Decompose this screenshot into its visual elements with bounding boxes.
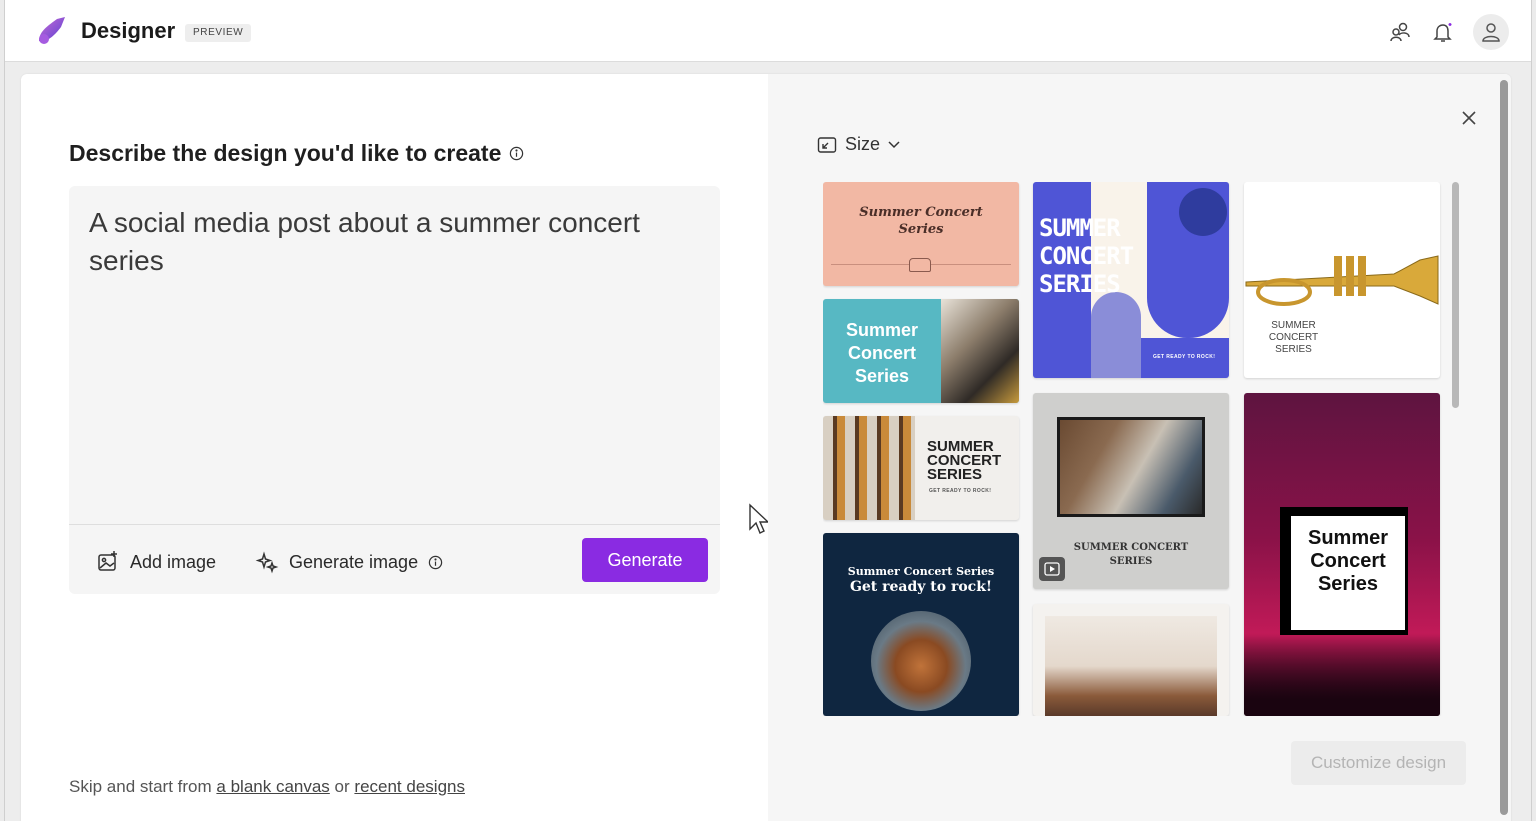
design-card[interactable]: SUMMER CONCERT SERIES [1033, 393, 1229, 589]
add-image-label: Add image [130, 551, 217, 572]
design-card[interactable]: Summer Concert Series [1244, 393, 1440, 716]
page-scrollbar[interactable] [1500, 80, 1508, 815]
close-button[interactable] [1457, 106, 1481, 130]
info-icon[interactable] [428, 555, 443, 570]
designer-logo-icon[interactable] [35, 15, 71, 47]
stage-silhouette [1244, 633, 1440, 716]
generate-image-button[interactable]: Generate image [255, 546, 443, 578]
user-avatar-icon [1482, 23, 1500, 42]
design-card[interactable]: SUMMER CONCERT SERIES GET READY TO ROCK! [823, 416, 1019, 520]
sparkle-icon [255, 551, 279, 574]
share-button[interactable] [1382, 14, 1418, 50]
add-image-button[interactable]: Add image [96, 546, 216, 578]
info-icon[interactable] [509, 146, 524, 161]
generate-button[interactable]: Generate [582, 538, 708, 582]
design-title: Summer Concert Series [845, 320, 919, 386]
pillar-shape [1091, 292, 1141, 378]
blank-canvas-link[interactable]: a blank canvas [216, 777, 329, 796]
preview-badge: PREVIEW [185, 24, 252, 42]
or-text: or [334, 777, 350, 796]
circle-shape [1179, 188, 1227, 236]
prompt-heading: Describe the design you'd like to create [69, 140, 524, 167]
design-title: SUMMER CONCERT SERIES [1268, 320, 1319, 355]
design-card[interactable] [1033, 604, 1229, 716]
top-bar: Designer PREVIEW [5, 0, 1531, 62]
prompt-input-box: A social media post about a summer conce… [69, 186, 720, 594]
share-people-icon [1390, 22, 1410, 42]
design-title: SUMMER CONCERT SERIES [1039, 214, 1134, 298]
design-subtitle: Get ready to rock! [849, 579, 993, 595]
design-card[interactable]: Summer Concert Series Get ready to rock! [823, 533, 1019, 716]
design-card[interactable]: Summer Concert Series [823, 299, 1019, 403]
chevron-down-icon [888, 140, 900, 148]
bell-sparkle-icon [1433, 23, 1452, 42]
size-label: Size [845, 134, 881, 154]
trumpet-photo [1244, 252, 1440, 310]
design-tagline: GET READY TO ROCK! [929, 488, 992, 494]
guitars-photo [823, 416, 915, 520]
gallery-scrollbar[interactable] [1452, 182, 1459, 408]
prompt-heading-text: Describe the design you'd like to create [69, 140, 502, 166]
brand-name: Designer [81, 18, 176, 43]
violin-photo [871, 611, 971, 711]
generate-image-label: Generate image [289, 551, 419, 572]
skip-line: Skip and start from a blank canvas or re… [69, 777, 465, 797]
design-tagline: GET READY TO ROCK! [1153, 354, 1216, 360]
design-gallery: Summer Concert Series Summer Concert Ser… [823, 182, 1443, 716]
design-title: SUMMER CONCERT SERIES [927, 438, 1002, 483]
prompt-divider [69, 524, 720, 525]
resize-icon [817, 136, 837, 153]
guitarist-photo [1057, 417, 1205, 517]
design-card[interactable]: SUMMER CONCERT SERIES GET READY TO ROCK! [1033, 182, 1229, 378]
design-title: Summer Concert Series [859, 205, 983, 237]
design-card[interactable]: Summer Concert Series [823, 182, 1019, 286]
size-dropdown[interactable]: Size [817, 134, 900, 155]
design-title: Summer Concert Series [1307, 527, 1389, 595]
recent-designs-link[interactable]: recent designs [354, 777, 465, 796]
close-icon [1462, 111, 1476, 125]
students-photo [1045, 616, 1217, 716]
image-add-icon [98, 551, 117, 571]
instruments-photo [941, 299, 1019, 403]
design-title: Summer Concert Series [847, 565, 995, 578]
design-card[interactable]: SUMMER CONCERT SERIES [1244, 182, 1440, 378]
prompt-textarea[interactable]: A social media post about a summer conce… [89, 204, 699, 280]
video-badge-icon [1039, 557, 1065, 581]
design-results-pane: Size Summer Concert Series Summer Concer… [768, 74, 1511, 821]
profile-button[interactable] [1473, 14, 1509, 50]
whats-new-button[interactable] [1425, 14, 1461, 50]
car-icon [909, 258, 931, 272]
customize-design-button[interactable]: Customize design [1291, 741, 1466, 785]
skip-prefix: Skip and start from [69, 777, 212, 796]
create-design-dialog: Describe the design you'd like to create… [21, 74, 1511, 821]
